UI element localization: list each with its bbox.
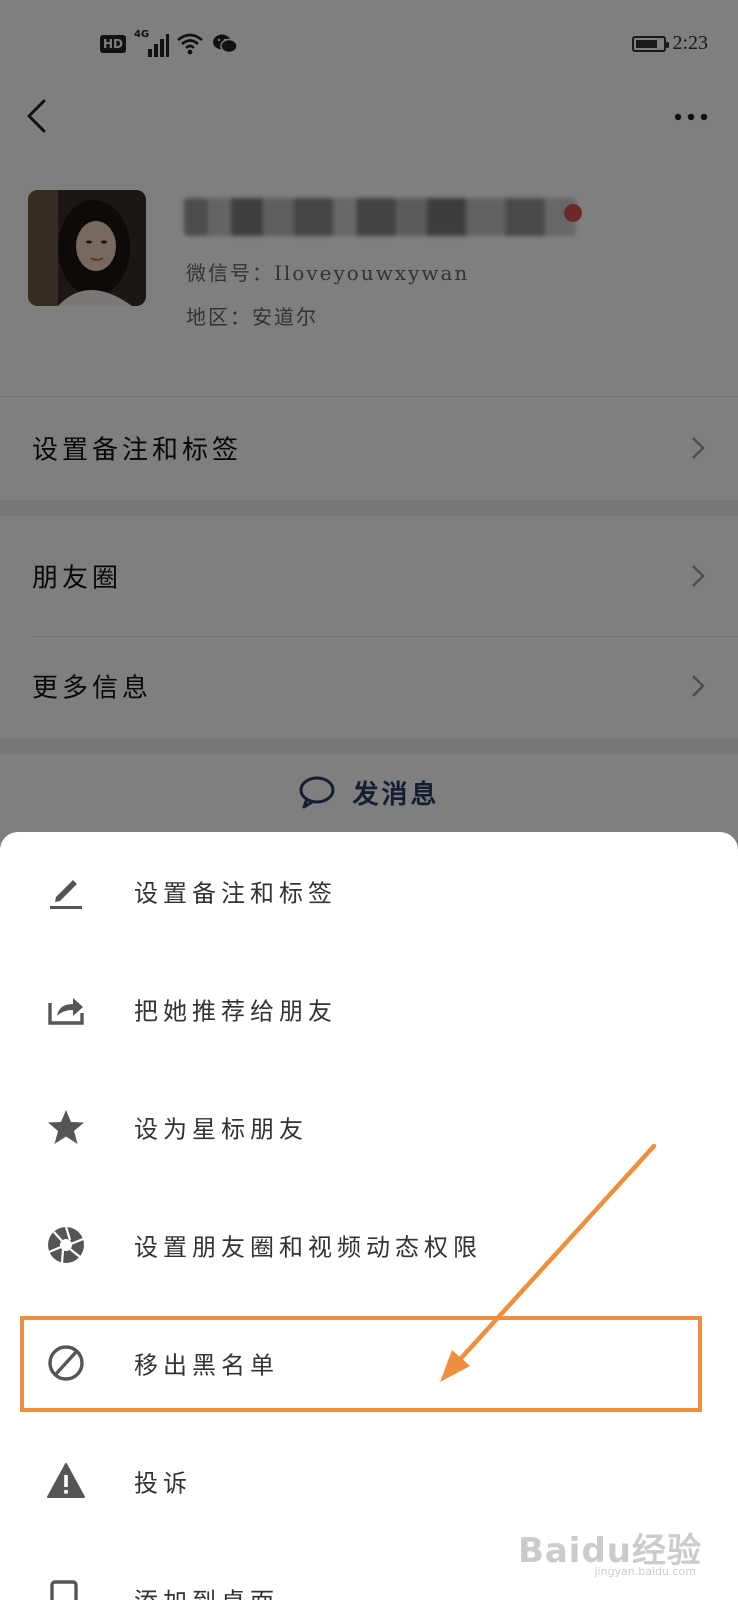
sheet-item-label: 设置朋友圈和视频动态权限: [134, 1233, 482, 1262]
watermark-sub: jingyan.baidu.com: [594, 1565, 696, 1578]
forbidden-icon: [48, 1345, 84, 1381]
sheet-item-label: 投诉: [134, 1469, 192, 1498]
screen: HD 4G 2:23: [0, 0, 738, 1600]
aperture-icon: [48, 1226, 84, 1264]
sheet-item-label: 把她推荐给朋友: [134, 997, 337, 1026]
sheet-item-remove-blacklist[interactable]: 移出黑名单: [0, 1304, 738, 1422]
sheet-item-star-friend[interactable]: 设为星标朋友: [0, 1068, 738, 1186]
sheet-item-moments-permission[interactable]: 设置朋友圈和视频动态权限: [0, 1186, 738, 1304]
pencil-icon: [50, 880, 82, 909]
sheet-item-label: 移出黑名单: [134, 1351, 279, 1380]
sheet-item-label: 设置备注和标签: [134, 879, 337, 908]
sheet-item-label: 设为星标朋友: [134, 1115, 308, 1144]
star-icon: [48, 1110, 84, 1144]
watermark-logo: Baidu经验 jingyan.baidu.com: [518, 1523, 702, 1578]
sheet-item-set-remark[interactable]: 设置备注和标签: [0, 832, 738, 950]
add-to-desktop-icon: [50, 1580, 78, 1600]
share-icon: [48, 998, 84, 1025]
action-sheet: 设置备注和标签 把她推荐给朋友 设为星标朋友 设置朋友圈和视频动态权限 移出黑名…: [0, 832, 738, 1600]
sheet-item-label: 添加到桌面: [134, 1582, 279, 1600]
warning-icon: [47, 1463, 85, 1498]
sheet-item-recommend[interactable]: 把她推荐给朋友: [0, 950, 738, 1068]
